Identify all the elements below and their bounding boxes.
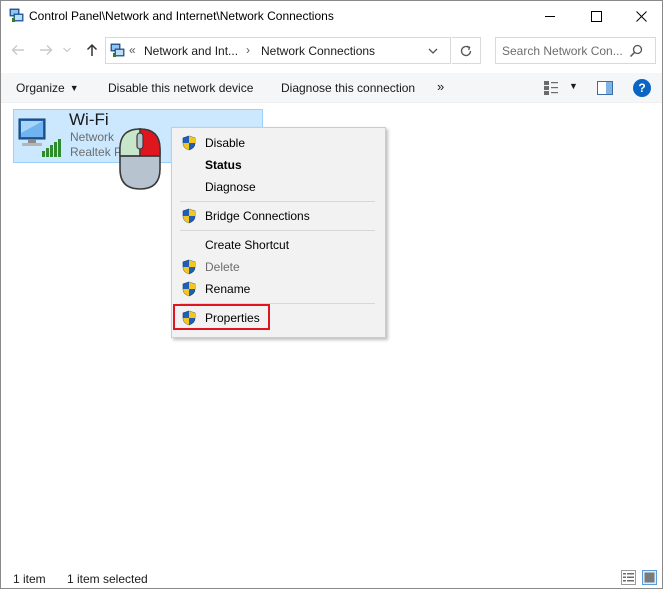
- search-input[interactable]: [502, 42, 626, 60]
- wifi-adapter-icon: [18, 118, 61, 157]
- minimize-icon: [544, 15, 555, 17]
- back-button[interactable]: [9, 41, 27, 59]
- maximize-icon: [590, 10, 602, 22]
- title-bar: Control Panel\Network and Internet\Netwo…: [1, 1, 662, 31]
- menu-item-rename[interactable]: Rename: [174, 278, 383, 300]
- address-dropdown-icon[interactable]: [426, 45, 440, 57]
- connection-status: Network: [70, 130, 115, 144]
- uac-shield-icon: [182, 208, 196, 224]
- help-button[interactable]: ?: [633, 79, 651, 97]
- menu-item-label: Delete: [205, 260, 240, 274]
- connection-name: Wi-Fi: [69, 110, 109, 129]
- menu-separator: [180, 230, 375, 231]
- arrow-right-icon: [40, 45, 53, 55]
- menu-item-label: Diagnose: [205, 180, 256, 194]
- organize-label: Organize: [16, 81, 65, 95]
- menu-separator: [180, 201, 375, 202]
- menu-item-disable[interactable]: Disable: [174, 132, 383, 154]
- breadcrumb-separator[interactable]: ›: [246, 43, 250, 57]
- search-box[interactable]: [495, 37, 656, 64]
- caret-down-icon: ▼: [69, 83, 79, 93]
- address-bar[interactable]: « Network and Int... › Network Connectio…: [105, 37, 451, 64]
- menu-item-label: Rename: [205, 282, 251, 296]
- item-count: 1 item: [13, 572, 46, 586]
- mouse-right-click-icon: [119, 128, 161, 190]
- maximize-button[interactable]: [573, 1, 619, 31]
- selection-count: 1 item selected: [67, 572, 148, 586]
- refresh-icon: [460, 45, 472, 56]
- menu-item-status[interactable]: Status: [174, 154, 383, 176]
- arrow-up-icon: [86, 43, 98, 56]
- preview-pane-icon[interactable]: [597, 81, 613, 95]
- details-view-icon[interactable]: [621, 570, 636, 585]
- close-icon: [635, 10, 647, 22]
- menu-item-bridge-connections[interactable]: Bridge Connections: [174, 205, 383, 227]
- menu-item-delete: Delete: [174, 256, 383, 278]
- menu-item-label: Status: [205, 158, 242, 172]
- breadcrumb-network-and-internet[interactable]: Network and Int...: [144, 44, 238, 58]
- network-connections-icon: [9, 8, 24, 22]
- menu-item-create-shortcut[interactable]: Create Shortcut: [174, 234, 383, 256]
- diagnose-connection-button[interactable]: Diagnose this connection: [281, 81, 415, 95]
- minimize-button[interactable]: [527, 1, 573, 31]
- search-icon[interactable]: [629, 44, 643, 58]
- explorer-window: Control Panel\Network and Internet\Netwo…: [0, 0, 663, 589]
- menu-item-label: Bridge Connections: [205, 209, 310, 223]
- recent-locations-button[interactable]: [61, 41, 73, 59]
- up-button[interactable]: [83, 41, 101, 59]
- address-row: « Network and Int... › Network Connectio…: [1, 31, 662, 71]
- status-bar: 1 item 1 item selected: [1, 566, 662, 588]
- organize-menu[interactable]: Organize ▼: [16, 81, 79, 95]
- uac-shield-icon: [182, 281, 196, 297]
- view-options-caret-icon[interactable]: ▼: [569, 81, 578, 91]
- network-connections-icon: [110, 43, 125, 57]
- uac-shield-icon: [182, 135, 196, 151]
- menu-item-label: Disable: [205, 136, 246, 150]
- change-view-icon[interactable]: [543, 80, 559, 96]
- large-icons-view-icon[interactable]: [642, 570, 657, 585]
- properties-highlight-box: [173, 304, 270, 330]
- uac-shield-icon: [182, 259, 196, 275]
- disable-device-button[interactable]: Disable this network device: [108, 81, 253, 95]
- close-button[interactable]: [618, 1, 662, 31]
- breadcrumb-network-connections[interactable]: Network Connections: [261, 44, 375, 58]
- menu-item-diagnose[interactable]: Diagnose: [174, 176, 383, 198]
- menu-item-label: Create Shortcut: [205, 238, 290, 252]
- forward-button[interactable]: [37, 41, 55, 59]
- refresh-button[interactable]: [452, 37, 481, 64]
- arrow-left-icon: [11, 45, 24, 55]
- connection-adapter: Realtek P: [70, 145, 123, 159]
- window-title: Control Panel\Network and Internet\Netwo…: [29, 9, 334, 23]
- more-commands-button[interactable]: »: [437, 79, 444, 94]
- chevron-down-icon: [63, 47, 71, 53]
- command-bar: Organize ▼ Disable this network device Di…: [1, 73, 662, 103]
- breadcrumb-overflow[interactable]: «: [129, 43, 136, 57]
